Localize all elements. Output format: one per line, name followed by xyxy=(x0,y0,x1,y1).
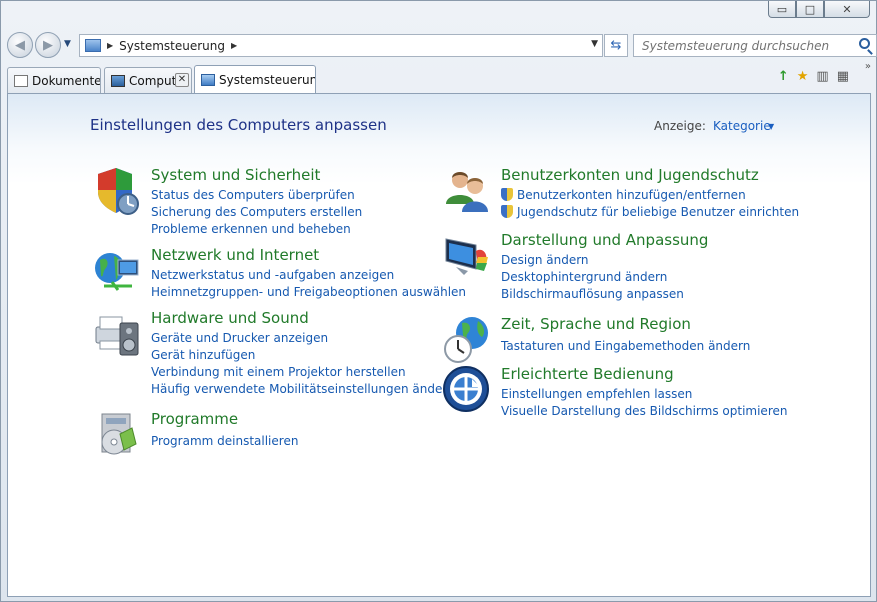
view-by-label: Anzeige: xyxy=(654,119,706,133)
close-button[interactable]: ✕ xyxy=(824,1,870,18)
refresh-button[interactable]: ⇆ xyxy=(604,34,628,57)
category-link[interactable]: Geräte und Drucker anzeigen xyxy=(151,329,455,346)
network-globe-icon xyxy=(95,253,139,291)
back-arrow-icon: ◀ xyxy=(15,37,25,53)
tab-systemsteuerung[interactable]: Systemsteuerung xyxy=(194,65,316,94)
category-title[interactable]: Programme xyxy=(151,410,238,428)
category-links: Design ändern Desktophintergrund ändern … xyxy=(501,251,684,302)
category-link[interactable]: Gerät hinzufügen xyxy=(151,346,455,363)
category-network-internet: Netzwerk und Internet Netzwerkstatus und… xyxy=(92,246,466,306)
category-link[interactable]: Design ändern xyxy=(501,251,684,268)
category-link[interactable]: Tastaturen und Eingabemethoden ändern xyxy=(501,337,750,354)
category-links: Geräte und Drucker anzeigen Gerät hinzuf… xyxy=(151,329,455,397)
category-link[interactable]: Häufig verwendete Mobilitätseinstellunge… xyxy=(151,380,455,397)
breadcrumb-chevron-icon[interactable]: ▶ xyxy=(231,41,237,50)
category-link[interactable]: Sicherung des Computers erstellen xyxy=(151,203,362,220)
views-icon[interactable]: ▦ xyxy=(837,69,849,84)
category-link[interactable]: Jugendschutz für beliebige Benutzer einr… xyxy=(501,203,799,220)
forward-button[interactable]: ▶ xyxy=(35,32,61,58)
tab-computer[interactable]: Compute ✕ xyxy=(104,67,192,93)
maximize-button[interactable]: □ xyxy=(796,1,824,18)
document-icon xyxy=(14,74,28,87)
category-system-security: System und Sicherheit Status des Compute… xyxy=(92,166,432,246)
search-icon[interactable] xyxy=(859,38,870,49)
minimize-button[interactable]: ▭ xyxy=(768,1,796,18)
tab-bar: Dokumente Compute ✕ Systemsteuerung ↑ ★ … xyxy=(7,61,871,94)
category-links: Status des Computers überprüfen Sicherun… xyxy=(151,186,362,237)
category-title[interactable]: Hardware und Sound xyxy=(151,309,309,327)
uac-shield-icon xyxy=(501,205,513,218)
category-title[interactable]: Benutzerkonten und Jugendschutz xyxy=(501,166,759,184)
category-link[interactable]: Probleme erkennen und beheben xyxy=(151,220,362,237)
category-title[interactable]: Darstellung und Anpassung xyxy=(501,231,708,249)
refresh-icon: ⇆ xyxy=(610,38,622,53)
category-links: Programm deinstallieren xyxy=(151,432,298,449)
ease-of-access-icon xyxy=(443,366,489,412)
more-chevron-icon[interactable]: » xyxy=(865,61,871,72)
category-link[interactable]: Benutzerkonten hinzufügen/entfernen xyxy=(501,186,799,203)
category-title[interactable]: Zeit, Sprache und Region xyxy=(501,315,691,333)
control-panel-icon xyxy=(85,39,101,52)
control-panel-content: Einstellungen des Computers anpassen Anz… xyxy=(7,93,871,597)
category-link-label: Jugendschutz für beliebige Benutzer einr… xyxy=(517,204,800,219)
breadcrumb-systemsteuerung[interactable]: Systemsteuerung xyxy=(119,39,225,53)
category-link[interactable]: Visuelle Darstellung des Bildschirms opt… xyxy=(501,402,787,419)
programs-box-icon xyxy=(101,413,137,455)
tab-label: Dokumente xyxy=(32,73,101,88)
category-link[interactable]: Bildschirmauflösung anpassen xyxy=(501,285,684,302)
category-ease-of-access: Erleichterte Bedienung Einstellungen emp… xyxy=(442,365,862,425)
category-title[interactable]: Erleichterte Bedienung xyxy=(501,365,674,383)
category-clock-language-region: Zeit, Sprache und Region Tastaturen und … xyxy=(442,315,862,365)
category-link[interactable]: Desktophintergrund ändern xyxy=(501,268,684,285)
uac-shield-icon xyxy=(501,188,513,201)
users-icon xyxy=(446,172,488,212)
category-link[interactable]: Netzwerkstatus und -aufgaben anzeigen xyxy=(151,266,466,283)
category-title[interactable]: System und Sicherheit xyxy=(151,166,320,184)
chevron-down-icon[interactable]: ▼ xyxy=(768,122,774,131)
control-panel-icon xyxy=(201,74,215,86)
search-input[interactable] xyxy=(640,37,848,54)
explorer-window: ▭ □ ✕ ◀ ▶ ▼ ▶ Systemsteuerung ▶ ▼ ⇆ Doku… xyxy=(0,0,877,602)
address-dropdown-icon[interactable]: ▼ xyxy=(591,39,598,49)
category-link[interactable]: Verbindung mit einem Projektor herstelle… xyxy=(151,363,455,380)
display-paint-icon xyxy=(445,238,488,275)
back-button[interactable]: ◀ xyxy=(7,32,33,58)
up-arrow-icon[interactable]: ↑ xyxy=(778,69,789,84)
page-title: Einstellungen des Computers anpassen xyxy=(90,116,387,134)
search-box xyxy=(633,34,877,57)
address-bar[interactable]: ▶ Systemsteuerung ▶ ▼ xyxy=(79,34,603,57)
preview-pane-icon[interactable]: ▥ xyxy=(816,69,828,84)
category-title[interactable]: Netzwerk und Internet xyxy=(151,246,319,264)
category-link-label: Benutzerkonten hinzufügen/entfernen xyxy=(517,187,746,202)
category-programs: Programme Programm deinstallieren xyxy=(92,410,432,470)
recent-pages-dropdown-icon[interactable]: ▼ xyxy=(64,39,71,49)
breadcrumb-separator-icon[interactable]: ▶ xyxy=(107,41,113,50)
forward-arrow-icon: ▶ xyxy=(43,37,53,53)
category-user-accounts: Benutzerkonten und Jugendschutz Benutzer… xyxy=(442,166,862,226)
navigation-bar: ◀ ▶ ▼ ▶ Systemsteuerung ▶ ▼ ⇆ xyxy=(7,32,877,58)
category-link[interactable]: Status des Computers überprüfen xyxy=(151,186,362,203)
category-appearance: Darstellung und Anpassung Design ändern … xyxy=(442,231,862,301)
tab-label: Systemsteuerung xyxy=(219,73,316,87)
close-icon[interactable]: ✕ xyxy=(175,73,189,87)
clock-globe-icon xyxy=(444,317,488,363)
category-link[interactable]: Programm deinstallieren xyxy=(151,432,298,449)
category-links: Einstellungen empfehlen lassen Visuelle … xyxy=(501,385,787,419)
category-links: Tastaturen und Eingabemethoden ändern xyxy=(501,337,750,354)
caption-buttons: ▭ □ ✕ xyxy=(768,1,870,18)
computer-icon xyxy=(111,74,125,87)
favorites-star-icon[interactable]: ★ xyxy=(797,69,809,84)
toolbar: ↑ ★ ▥ ▦ xyxy=(778,69,867,84)
category-links: Benutzerkonten hinzufügen/entfernen Juge… xyxy=(501,186,799,220)
view-by-dropdown[interactable]: Kategorie xyxy=(713,119,771,133)
category-links: Netzwerkstatus und -aufgaben anzeigen He… xyxy=(151,266,466,300)
printer-speaker-icon xyxy=(95,316,139,356)
category-hardware-sound: Hardware und Sound Geräte und Drucker an… xyxy=(92,309,455,399)
category-link[interactable]: Einstellungen empfehlen lassen xyxy=(501,385,787,402)
tab-dokumente[interactable]: Dokumente xyxy=(7,67,101,93)
security-shield-icon xyxy=(98,168,139,215)
category-link[interactable]: Heimnetzgruppen- und Freigabeoptionen au… xyxy=(151,283,466,300)
